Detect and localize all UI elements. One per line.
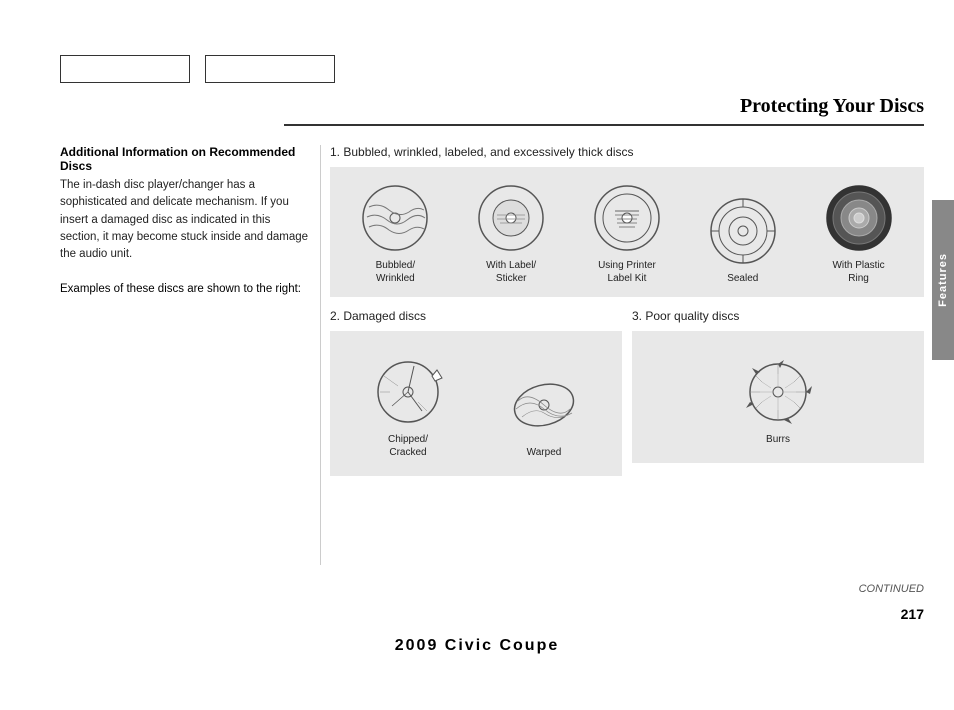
left-column: Additional Information on Recommended Di… xyxy=(60,145,310,299)
disc-bubbled: Bubbled/Wrinkled xyxy=(355,182,435,285)
section2: 2. Damaged discs xyxy=(330,309,622,488)
page-title: Protecting Your Discs xyxy=(740,95,924,117)
sidebar-label-text: Features xyxy=(937,253,949,307)
top-nav xyxy=(60,55,335,83)
section2-label: 2. Damaged discs xyxy=(330,309,622,323)
disc-burrs-caption: Burrs xyxy=(766,433,790,446)
sidebar-features: Features xyxy=(932,200,954,360)
disc-sticker: With Label/Sticker xyxy=(471,182,551,285)
disc-printer: Using PrinterLabel Kit xyxy=(587,182,667,285)
vertical-divider xyxy=(320,145,321,565)
main-content: 1. Bubbled, wrinkled, labeled, and exces… xyxy=(330,145,924,488)
footer-title: 2009 Civic Coupe xyxy=(0,637,954,655)
page-container: Features Protecting Your Discs Additiona… xyxy=(0,0,954,710)
continued-label: CONTINUED xyxy=(859,583,924,595)
disc-printer-caption: Using PrinterLabel Kit xyxy=(598,259,656,285)
disc-sticker-svg xyxy=(475,182,547,254)
section3-disc-row: Burrs xyxy=(642,346,914,451)
section1-box: Bubbled/Wrinkled With L xyxy=(330,167,924,297)
disc-chipped-svg xyxy=(372,356,444,428)
disc-ring-caption: With PlasticRing xyxy=(832,259,884,285)
disc-warped-svg xyxy=(508,369,580,441)
nav-btn-2[interactable] xyxy=(205,55,335,83)
section3: 3. Poor quality discs xyxy=(632,309,924,488)
page-title-area: Protecting Your Discs xyxy=(284,95,924,126)
disc-ring-svg xyxy=(823,182,895,254)
disc-sealed-svg xyxy=(707,195,779,267)
disc-sticker-caption: With Label/Sticker xyxy=(486,259,536,285)
disc-sealed-caption: Sealed xyxy=(727,272,758,285)
disc-warped-caption: Warped xyxy=(527,446,562,459)
disc-chipped: Chipped/Cracked xyxy=(368,356,448,459)
page-number: 217 xyxy=(901,606,924,622)
disc-bubbled-svg xyxy=(359,182,431,254)
section2-box: Chipped/Cracked xyxy=(330,331,622,476)
section1-label: 1. Bubbled, wrinkled, labeled, and exces… xyxy=(330,145,924,159)
section2-disc-row: Chipped/Cracked xyxy=(340,346,612,464)
left-examples: Examples of these discs are shown to the… xyxy=(60,281,310,298)
disc-sealed: Sealed xyxy=(703,195,783,285)
disc-chipped-caption: Chipped/Cracked xyxy=(388,433,428,459)
section3-box: Burrs xyxy=(632,331,924,463)
disc-burrs: Burrs xyxy=(738,356,818,446)
left-section-title: Additional Information on Recommended Di… xyxy=(60,145,310,173)
disc-printer-svg xyxy=(591,182,663,254)
section3-label: 3. Poor quality discs xyxy=(632,309,924,323)
disc-warped: Warped xyxy=(504,369,584,459)
bottom-sections: 2. Damaged discs xyxy=(330,309,924,488)
disc-ring: With PlasticRing xyxy=(819,182,899,285)
disc-bubbled-caption: Bubbled/Wrinkled xyxy=(376,259,415,285)
left-section-body: The in-dash disc player/changer has a so… xyxy=(60,177,310,263)
section1-disc-row: Bubbled/Wrinkled With L xyxy=(340,182,914,285)
disc-burrs-svg xyxy=(742,356,814,428)
nav-btn-1[interactable] xyxy=(60,55,190,83)
